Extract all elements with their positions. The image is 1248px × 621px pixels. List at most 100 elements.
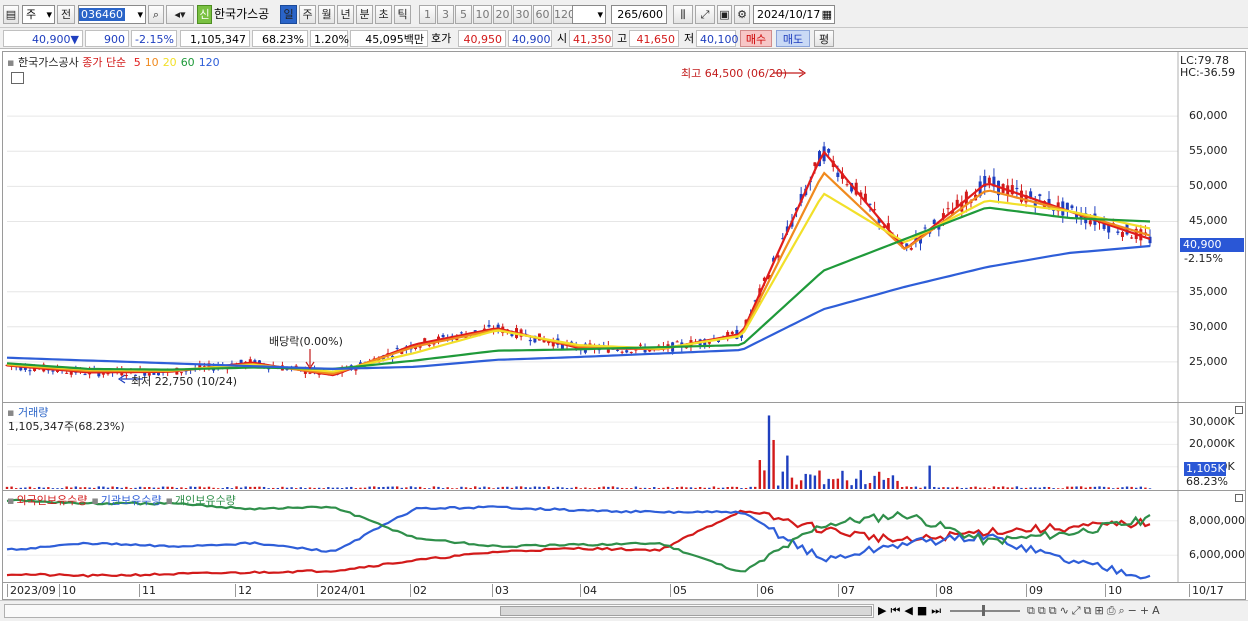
interval-tab[interactable]: 1 xyxy=(419,5,436,24)
period-tab[interactable]: 틱 xyxy=(394,5,411,24)
market-type-select[interactable]: 주 ▾ xyxy=(22,5,55,24)
x-axis: 2023/09 10 11 12 2024/01 02 03 04 05 06 07 08 09 10 10… xyxy=(2,583,1246,600)
volume-bar xyxy=(451,488,454,489)
next-icon[interactable]: ⏭ xyxy=(931,604,945,617)
stock-code-input[interactable]: 036460 ▾ xyxy=(78,5,146,24)
period-tab[interactable]: 년 xyxy=(337,5,354,24)
interval-tab[interactable]: 10 xyxy=(473,5,492,24)
volume-bar xyxy=(5,486,9,489)
buy-button[interactable]: 매수 xyxy=(740,30,772,47)
volume-bar xyxy=(855,478,858,489)
font-size-icon[interactable]: A xyxy=(1152,604,1163,617)
paste-icon[interactable]: ⧉ xyxy=(1038,604,1049,617)
ruler-icon[interactable]: ⧉ xyxy=(1084,604,1095,617)
volume-bar xyxy=(1084,487,1087,489)
credit-badge[interactable]: 신 xyxy=(197,5,212,24)
calendar-icon[interactable]: ▦ xyxy=(822,6,832,23)
volume-chart-panel[interactable]: ▪ 거래량 1,105,347주(68.23%) 30,000K 20,000K 1… xyxy=(2,403,1246,491)
volume-bar xyxy=(1125,486,1129,489)
period-tab[interactable]: 분 xyxy=(356,5,373,24)
sell-button[interactable]: 매도 xyxy=(776,30,810,47)
candle-body xyxy=(987,177,991,184)
volume-bar xyxy=(267,488,270,489)
measure-icon[interactable]: ⤢ xyxy=(1072,604,1084,617)
gear-icon[interactable]: ⚙ xyxy=(734,5,750,24)
volume-bar xyxy=(253,486,257,489)
ma-period-120: 120 xyxy=(198,56,220,69)
grid-table-icon[interactable] xyxy=(11,72,24,84)
close-panel-icon[interactable] xyxy=(1235,494,1243,502)
window-menu-icon[interactable]: ▤ xyxy=(3,5,19,24)
speaker-icon[interactable]: ◂▾ xyxy=(166,5,194,24)
volume-bar xyxy=(487,487,491,489)
price-tag: 40,900 xyxy=(1180,238,1244,252)
high-label: 고 xyxy=(617,32,628,45)
volume-tick-label: 20,000K xyxy=(1189,437,1235,451)
search-icon[interactable]: ⌕ xyxy=(1119,604,1128,617)
volume-bar xyxy=(593,488,596,489)
prev-button[interactable]: 전 xyxy=(57,5,75,24)
close-panel-icon[interactable] xyxy=(1235,406,1243,414)
zoom-slider-thumb[interactable] xyxy=(982,605,985,616)
volume-bar xyxy=(386,486,390,489)
x-axis-label: 11 xyxy=(139,584,156,597)
chevron-down-icon: ▾ xyxy=(137,8,143,21)
scrollbar-thumb[interactable] xyxy=(500,606,872,616)
print-icon[interactable]: ⎙ xyxy=(1107,604,1119,617)
candle-type-icon[interactable]: ⫼ xyxy=(673,5,693,24)
price-legend-name: 한국가스공사 xyxy=(17,56,79,69)
volume-bar xyxy=(630,488,633,489)
interval-tab[interactable]: 20 xyxy=(493,5,512,24)
stop-icon[interactable]: ■ xyxy=(917,604,931,617)
zoom-slider[interactable] xyxy=(950,605,1020,616)
volume-bar xyxy=(804,473,807,489)
zoom-in-icon[interactable]: + xyxy=(1140,604,1152,617)
volume-bar xyxy=(14,488,18,489)
volume-bar xyxy=(754,486,757,489)
volume-bar xyxy=(483,486,486,489)
bar-count-field[interactable]: 265/600 xyxy=(611,5,667,24)
volume-bar xyxy=(965,487,968,489)
compare-icon[interactable]: ⧉ xyxy=(1049,604,1060,617)
volume-bar xyxy=(198,486,201,489)
volume-bar xyxy=(138,486,142,489)
volume-bar xyxy=(180,487,183,489)
interval-tab[interactable]: 30 xyxy=(513,5,532,24)
volume-bar xyxy=(960,488,963,489)
price-chart-panel[interactable]: ▪ 한국가스공사 종가 단순 5 10 20 60 120 LC:79.78 HC:-3… xyxy=(2,51,1246,403)
period-tab[interactable]: 주 xyxy=(299,5,316,24)
rewind-icon[interactable]: ⏮ xyxy=(890,604,904,617)
prev-icon[interactable]: ◀ xyxy=(904,604,916,617)
layout-icon[interactable]: ⊞ xyxy=(1094,604,1106,617)
volume-bar xyxy=(616,487,619,489)
interval-tab[interactable]: 3 xyxy=(437,5,454,24)
volume-bar xyxy=(70,487,73,489)
holding-chart-panel[interactable]: ▪ 외국인보유수량 ▪ 기관보유수량 ▪ 개인보유수량 8,000,000 6,000,00… xyxy=(2,491,1246,583)
volume-bar xyxy=(276,487,280,489)
period-tab[interactable]: 초 xyxy=(375,5,392,24)
volume-bar xyxy=(813,475,817,489)
copy-icon[interactable]: ⧉ xyxy=(1027,604,1038,617)
play-icon[interactable]: ▶ xyxy=(878,604,890,617)
chart-scrollbar[interactable] xyxy=(4,604,874,618)
period-tab[interactable]: 월 xyxy=(318,5,335,24)
date-input[interactable]: 2024/10/17 ▦ xyxy=(753,5,835,24)
hts-chart-window: ▤ 주 ▾ 전 036460 ▾ ⌕ ◂▾ 신 한국가스공 일주월년분초틱 1351… xyxy=(0,0,1248,621)
holding-tick-label: 6,000,000 xyxy=(1189,548,1245,562)
volume-bar xyxy=(653,487,656,489)
zoom-out-icon[interactable]: − xyxy=(1128,604,1140,617)
period-tab[interactable]: 일 xyxy=(280,5,297,24)
candle-body xyxy=(1088,220,1092,225)
interval-select[interactable]: ▾ xyxy=(572,5,606,24)
interval-tab[interactable]: 5 xyxy=(455,5,472,24)
change-percent: -2.15% xyxy=(131,30,177,47)
save-icon[interactable]: ▣ xyxy=(717,5,732,24)
crosshair-icon[interactable]: ⤢ xyxy=(695,5,715,24)
eval-button[interactable]: 평 xyxy=(814,30,834,47)
volume-bar xyxy=(226,487,229,489)
dividend-annotation: 배당락(0.00%) xyxy=(269,335,343,348)
candle-body xyxy=(923,227,927,229)
line-tool-icon[interactable]: ∿ xyxy=(1060,604,1072,617)
search-icon[interactable]: ⌕ xyxy=(148,5,164,24)
interval-tab[interactable]: 60 xyxy=(533,5,552,24)
